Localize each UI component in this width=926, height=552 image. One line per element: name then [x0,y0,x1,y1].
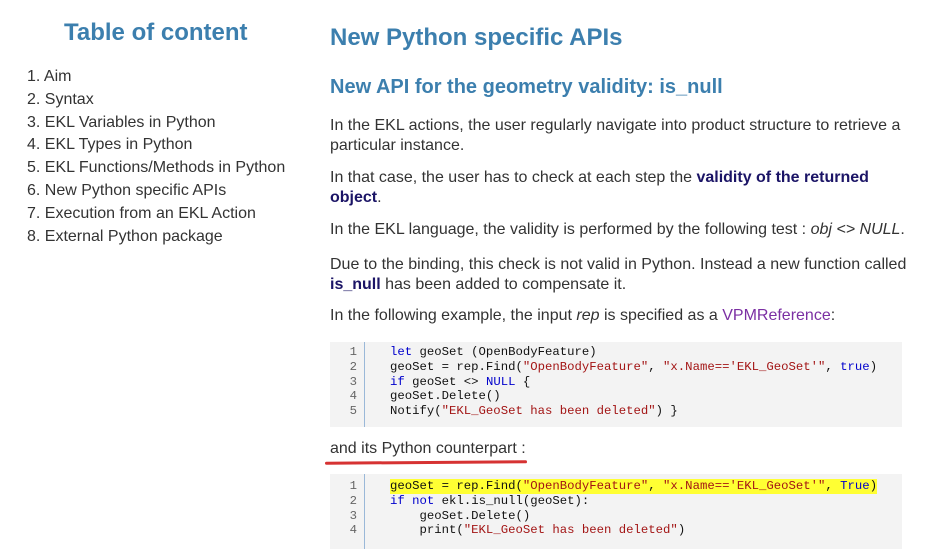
line-number: 5 [349,404,357,419]
paragraph-text: Due to the binding, this check is not va… [330,256,907,273]
code-string: "EKL_GeoSet has been deleted" [463,523,678,538]
code-string: "x.Name=='EKL_GeoSet'" [663,359,826,374]
paragraph-text: : [830,307,836,324]
code-line: 4 geoSet.Delete() [330,389,902,404]
toc-item-aim[interactable]: 1. Aim [27,66,285,89]
toc-list: 1. Aim 2. Syntax 3. EKL Variables in Pyt… [27,66,285,248]
line-number: 3 [349,508,357,523]
code-text: geoSet = rep.Find( [390,359,523,374]
code-keyword: True [840,479,870,493]
code-keyword: not [412,493,435,508]
section-title: New API for the geometry validity: is_nu… [330,76,723,98]
toc-item-syntax[interactable]: 2. Syntax [27,89,285,112]
code-string: "OpenBodyFeature" [522,359,649,374]
toc-item-ekl-functions[interactable]: 5. EKL Functions/Methods in Python [27,157,285,180]
code-string: "x.Name=='EKL_GeoSet'" [663,479,826,493]
is-null-link[interactable]: is_null [330,276,381,293]
paragraph-example: In the following example, the input rep … [330,306,915,326]
ekl-code-block: 1 let geoSet (OpenBodyFeature) 2 geoSet = … [330,342,902,427]
vpmreference-link[interactable]: VPMReference [722,307,831,324]
paragraph-text: In that case, the user has to check at e… [330,169,697,186]
line-number: 4 [349,389,357,404]
paragraph-text: . [377,189,382,206]
code-line: 1 let geoSet (OpenBodyFeature) [330,345,902,360]
code-text: , [825,479,841,493]
code-line: 5 Notify("EKL_GeoSet has been deleted") } [330,404,902,419]
paragraph-intro: In the EKL actions, the user regularly n… [330,117,901,154]
code-keyword: if [390,374,405,389]
paragraph-ekl-test: In the EKL language, the validity is per… [330,220,915,240]
code-text: ) [869,359,878,374]
toc-title: Table of content [64,19,248,46]
toc-item-python-apis[interactable]: 6. New Python specific APIs [27,180,285,203]
code-text: print( [390,523,464,538]
paragraph-text: In the following example, the input [330,307,577,324]
line-number: 1 [349,479,357,493]
paragraph-text: In the EKL language, the validity is per… [330,221,811,238]
code-line: 1 geoSet = rep.Find("OpenBodyFeature", "x… [330,479,902,494]
line-number: 2 [349,359,357,374]
annotation-underline [324,460,528,465]
code-string: "EKL_GeoSet has been deleted" [441,404,656,419]
page-title: New Python specific APIs [330,24,623,51]
code-text: , [648,479,664,493]
code-text: geoSet (OpenBodyFeature) [412,345,597,359]
code-keyword: true [840,359,870,374]
code-line: 3 if geoSet <> NULL { [330,375,902,390]
code-text: { [515,374,531,389]
code-line: 4 print("EKL_GeoSet has been deleted") [330,523,902,538]
python-code-block: 1 geoSet = rep.Find("OpenBodyFeature", "x… [330,474,902,549]
code-line: 2 geoSet = rep.Find("OpenBodyFeature", "x… [330,360,902,375]
code-text: ) [869,479,878,493]
code-text: geoSet.Delete() [390,508,531,523]
code-text: , [648,359,664,374]
paragraph-binding: Due to the binding, this check is not va… [330,255,915,295]
code-keyword: let [390,345,413,359]
line-number: 1 [349,345,357,359]
line-number: 2 [349,493,357,508]
code-keyword: if [390,493,405,508]
code-text: geoSet = rep.Find( [390,479,523,493]
line-number: 3 [349,374,357,389]
code-text: geoSet <> [404,374,486,389]
paragraph-validity: In that case, the user has to check at e… [330,168,915,208]
inline-code: obj <> NULL [810,221,901,238]
highlighted-code: geoSet = rep.Find("OpenBodyFeature", "x.… [390,479,878,494]
code-line: 2 if not ekl.is_null(geoSet): [330,494,902,509]
paragraph-python-counterpart: and its Python counterpart : [330,440,526,457]
code-text: ) [677,523,686,538]
paragraph-text: is specified as a [599,307,723,324]
paragraph-text: has been added to compensate it. [380,276,627,293]
code-string: "OpenBodyFeature" [522,479,649,493]
code-text: ) } [655,404,678,419]
code-line: 3 geoSet.Delete() [330,509,902,524]
toc-item-ekl-variables[interactable]: 3. EKL Variables in Python [27,112,285,135]
code-text: , [825,359,841,374]
code-text: geoSet.Delete() [390,389,501,404]
toc-item-ekl-types[interactable]: 4. EKL Types in Python [27,134,285,157]
inline-variable: rep [576,307,600,324]
toc-item-execution[interactable]: 7. Execution from an EKL Action [27,203,285,226]
code-keyword: NULL [485,374,516,389]
code-text: ekl.is_null(geoSet): [434,493,590,508]
code-text: Notify( [390,404,442,419]
toc-item-external-package[interactable]: 8. External Python package [27,226,285,249]
paragraph-text: . [900,221,905,238]
line-number: 4 [349,523,357,538]
